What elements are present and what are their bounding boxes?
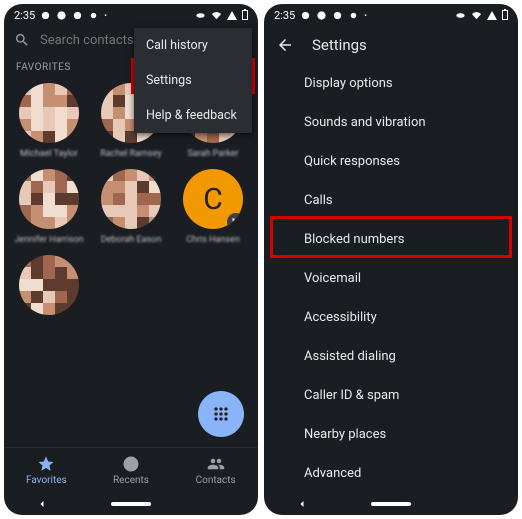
settings-list: Display optionsSounds and vibrationQuick…	[264, 64, 518, 493]
settings-item-calls[interactable]: Calls	[264, 181, 518, 220]
wifi-icon	[211, 10, 222, 21]
signal-icon	[487, 11, 497, 20]
notif-icon	[88, 10, 99, 21]
favorite-contact[interactable]: Michael Taylor	[8, 79, 90, 163]
menu-call-history[interactable]: Call history	[134, 28, 252, 63]
highlight-blocked-numbers	[270, 216, 512, 258]
settings-item-display-options[interactable]: Display options	[264, 64, 518, 103]
phone-left: 2:35 • Call history Settings Help & feed…	[4, 4, 258, 515]
battery-icon	[502, 10, 508, 20]
contact-name: Chris Hansen	[186, 235, 240, 245]
favorite-contact[interactable]	[8, 251, 90, 325]
phone-right: 2:35 • Settings Display optionsSounds an…	[264, 4, 518, 515]
back-arrow-icon[interactable]	[276, 36, 294, 54]
settings-item-advanced[interactable]: Advanced	[264, 454, 518, 493]
home-pill[interactable]	[111, 502, 151, 506]
home-pill[interactable]	[371, 502, 411, 506]
eye-icon	[195, 10, 206, 21]
people-icon	[207, 455, 225, 473]
system-nav	[264, 493, 518, 515]
avatar	[19, 169, 79, 229]
search-icon	[14, 32, 30, 48]
more-icon: •	[104, 11, 107, 20]
bottom-nav: Favorites Recents Contacts	[4, 447, 258, 493]
menu-settings[interactable]: Settings	[134, 63, 252, 98]
battery-icon	[242, 10, 248, 20]
contact-name: Jennifer Harrison	[14, 235, 83, 245]
xbox-icon	[316, 10, 327, 21]
status-time: 2:35	[14, 9, 35, 22]
favorite-contact[interactable]: Jennifer Harrison	[8, 165, 90, 249]
xbox-icon	[56, 10, 67, 21]
eye-icon	[455, 10, 466, 21]
tab-recents[interactable]: Recents	[89, 448, 174, 493]
notif-icon	[300, 10, 311, 21]
tab-contacts[interactable]: Contacts	[173, 448, 258, 493]
favorite-contact[interactable]: Deborah Eason	[90, 165, 172, 249]
settings-item-caller-id-spam[interactable]: Caller ID & spam	[264, 376, 518, 415]
settings-item-assisted-dialing[interactable]: Assisted dialing	[264, 337, 518, 376]
tab-label: Favorites	[26, 475, 67, 486]
back-icon[interactable]	[294, 498, 310, 510]
dialpad-icon	[211, 404, 231, 424]
status-bar: 2:35 •	[264, 4, 518, 26]
back-icon[interactable]	[34, 498, 50, 510]
menu-help-feedback[interactable]: Help & feedback	[134, 98, 252, 133]
tab-favorites[interactable]: Favorites	[4, 448, 89, 493]
settings-header: Settings	[264, 26, 518, 64]
settings-item-voicemail[interactable]: Voicemail	[264, 259, 518, 298]
system-nav	[4, 493, 258, 515]
settings-item-blocked-numbers[interactable]: Blocked numbers	[264, 220, 518, 259]
notif-icon	[332, 10, 343, 21]
status-bar: 2:35 •	[4, 4, 258, 26]
status-time: 2:35	[274, 9, 295, 22]
page-title: Settings	[312, 36, 367, 54]
tab-label: Recents	[113, 475, 149, 486]
wifi-icon	[471, 10, 482, 21]
star-icon	[37, 455, 55, 473]
more-icon: •	[364, 11, 367, 20]
favorite-contact[interactable]: C Chris Hansen	[172, 165, 254, 249]
contact-name: Sarah Parker	[187, 149, 238, 159]
settings-item-nearby-places[interactable]: Nearby places	[264, 415, 518, 454]
notif-icon	[40, 10, 51, 21]
avatar	[19, 255, 79, 315]
notif-icon	[348, 10, 359, 21]
avatar	[19, 83, 79, 143]
overflow-menu: Call history Settings Help & feedback	[134, 28, 252, 133]
contact-name: Rachel Ramsey	[100, 149, 161, 159]
avatar	[101, 169, 161, 229]
tab-label: Contacts	[196, 475, 236, 486]
dialpad-fab[interactable]	[198, 391, 244, 437]
call-badge-icon	[227, 213, 243, 229]
settings-item-accessibility[interactable]: Accessibility	[264, 298, 518, 337]
avatar: C	[183, 169, 243, 229]
signal-icon	[227, 11, 237, 20]
contact-name: Deborah Eason	[101, 235, 162, 245]
clock-icon	[122, 455, 140, 473]
settings-item-quick-responses[interactable]: Quick responses	[264, 142, 518, 181]
contact-name: Michael Taylor	[20, 149, 78, 159]
notif-icon	[72, 10, 83, 21]
settings-item-sounds-and-vibration[interactable]: Sounds and vibration	[264, 103, 518, 142]
